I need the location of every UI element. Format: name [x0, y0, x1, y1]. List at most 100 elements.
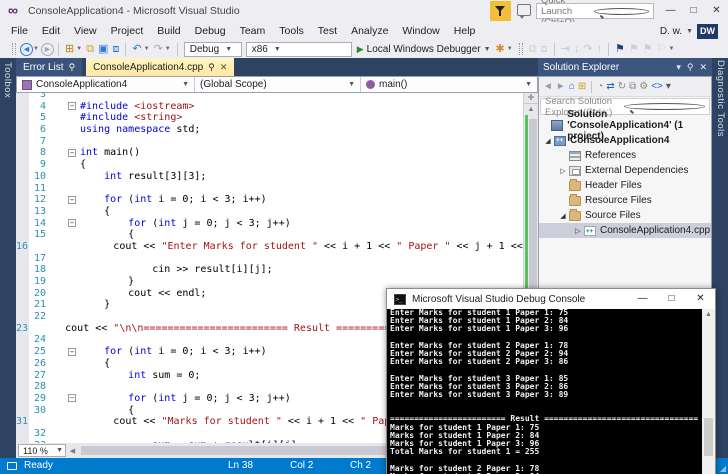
status-column-number[interactable]: Col 2 [290, 460, 313, 471]
code-line[interactable]: 13 { [16, 206, 523, 218]
menu-window[interactable]: Window [395, 25, 446, 37]
debug-console-window[interactable]: Microsoft Visual Studio Debug Console — … [386, 288, 716, 474]
code-line[interactable]: 19 } [16, 276, 523, 288]
redo-icon[interactable]: ↷ [152, 41, 165, 57]
code-line[interactable]: 3 [16, 93, 523, 101]
code-line[interactable]: 18 cin >> result[i][j]; [16, 264, 523, 276]
chevron-down-icon[interactable]: ▼ [33, 46, 41, 52]
fold-margin[interactable]: − [67, 393, 80, 405]
pin-icon[interactable]: ⚲ [69, 62, 76, 73]
console-minimize-button[interactable]: — [628, 289, 657, 309]
scroll-left-icon[interactable]: ◀ [66, 447, 79, 455]
code-line[interactable]: 16 cout << "Enter Marks for student " <<… [16, 241, 523, 253]
chevron-down-icon[interactable]: ▼ [76, 46, 84, 52]
chevron-down-icon[interactable]: ▼ [669, 46, 677, 52]
chevron-down-icon[interactable]: ▼ [507, 46, 515, 52]
properties-icon[interactable]: ⚙ [638, 81, 649, 92]
solution-explorer-titlebar[interactable]: Solution Explorer ▾ ⚲ ✕ [538, 58, 712, 76]
code-line[interactable]: 9{ [16, 159, 523, 171]
clear-bookmarks-icon[interactable]: ⚐ [655, 41, 669, 57]
sidebar-tab-diagnostic-tools[interactable]: Diagnostic Tools [715, 60, 726, 137]
menu-edit[interactable]: Edit [35, 25, 67, 37]
step-into-icon[interactable]: ↓ [572, 41, 582, 57]
menu-build[interactable]: Build [150, 25, 187, 37]
fold-margin[interactable]: − [67, 218, 80, 230]
console-maximize-button[interactable]: □ [657, 289, 686, 309]
menu-team[interactable]: Team [233, 25, 273, 37]
step-over-icon[interactable]: ↷ [581, 41, 594, 57]
new-project-icon[interactable]: ⊞ [63, 41, 76, 57]
quick-launch-input[interactable]: Quick Launch (Ctrl+Q) [536, 3, 654, 19]
menu-file[interactable]: File [4, 25, 35, 37]
user-account[interactable]: D. w. ▼ DW [660, 22, 718, 40]
member-dropdown[interactable]: main() ▼ [361, 77, 537, 92]
pin-icon[interactable]: ⚲ [687, 62, 694, 73]
view-code-icon[interactable]: <> [650, 81, 664, 92]
home-icon[interactable]: ⌂ [568, 81, 576, 92]
tree-item-references[interactable]: References [539, 148, 711, 163]
navigate-forward-icon[interactable]: ► [41, 43, 54, 56]
code-line[interactable]: 15 { [16, 229, 523, 241]
start-debugging-button[interactable]: ▶Local Windows Debugger▼ [357, 44, 491, 55]
sync-with-active-document-icon[interactable]: ⇄ [605, 81, 615, 92]
menu-test[interactable]: Test [311, 25, 344, 37]
tree-item-header-files[interactable]: Header Files [539, 178, 711, 193]
project-dropdown[interactable]: ConsoleApplication4 ▼ [17, 77, 195, 92]
scroll-up-icon[interactable]: ▲ [702, 309, 715, 320]
chevron-down-icon[interactable]: ▼ [144, 46, 152, 52]
menu-project[interactable]: Project [104, 25, 151, 37]
notifications-flag-button[interactable] [490, 1, 511, 21]
menu-help[interactable]: Help [447, 25, 483, 37]
code-line[interactable]: 17 [16, 253, 523, 265]
forward-icon[interactable]: ► [555, 81, 567, 92]
add-item-icon[interactable]: ⧉ [84, 41, 96, 57]
scroll-up-icon[interactable]: ▲ [524, 104, 538, 115]
console-scrollbar[interactable]: ▲ ▼ [702, 309, 715, 474]
split-editor-handle[interactable]: ✛ [524, 93, 538, 104]
sidebar-tab-toolbox[interactable]: Toolbox [2, 62, 13, 98]
expanded-arrow-icon[interactable]: ◢ [558, 212, 568, 220]
close-tab-icon[interactable]: ✕ [220, 62, 228, 73]
break-all-icon[interactable]: ⧉ [527, 41, 539, 57]
overflow-icon[interactable]: ▾ [665, 81, 672, 92]
avatar[interactable]: DW [697, 24, 718, 39]
tree-item-source-files[interactable]: ◢Source Files [539, 208, 711, 223]
code-line[interactable]: 12− for (int i = 0; i < 3; i++) [16, 194, 523, 206]
navigate-backward-icon[interactable]: ◄ [20, 43, 33, 56]
expanded-arrow-icon[interactable]: ◢ [543, 137, 553, 145]
tab-error-list[interactable]: Error List ⚲ [16, 58, 82, 76]
fold-margin[interactable]: − [67, 147, 80, 159]
console-close-button[interactable]: ✕ [686, 289, 715, 309]
toggle-bookmark-icon[interactable]: ⚑ [613, 41, 627, 57]
fold-margin[interactable]: − [67, 194, 80, 206]
next-bookmark-icon[interactable]: ⚑ [641, 41, 655, 57]
back-icon[interactable]: ◄ [542, 81, 554, 92]
status-character-number[interactable]: Ch 2 [350, 460, 371, 471]
editor-zoom-dropdown[interactable]: 110 % ▼ [18, 444, 66, 457]
restart-icon[interactable]: ⧈ [539, 41, 550, 57]
solution-platforms-dropdown[interactable]: x86▼ [246, 42, 352, 57]
code-line[interactable]: 10 int result[3][3]; [16, 171, 523, 183]
scope-dropdown[interactable]: (Global Scope) ▼ [195, 77, 361, 92]
window-options-icon[interactable]: ▾ [676, 62, 681, 73]
code-line[interactable]: 11 [16, 183, 523, 195]
solution-configurations-dropdown[interactable]: Debug▼ [184, 42, 242, 57]
code-line[interactable]: 4−#include <iostream> [16, 101, 523, 113]
pending-changes-filter-icon[interactable]: ◔ [596, 81, 604, 92]
fold-margin[interactable]: − [67, 346, 80, 358]
code-line[interactable]: 7 [16, 136, 523, 148]
undo-icon[interactable]: ↶ [130, 41, 143, 57]
menu-analyze[interactable]: Analyze [344, 25, 395, 37]
code-line[interactable]: 14− for (int j = 0; j < 3; j++) [16, 218, 523, 230]
close-icon[interactable]: ✕ [699, 62, 707, 73]
minimize-button[interactable]: — [659, 0, 682, 21]
refresh-icon[interactable]: ↻ [617, 81, 627, 92]
tree-item-solution-consoleapplication4-1-project[interactable]: Solution 'ConsoleApplication4' (1 projec… [539, 118, 711, 133]
switch-views-icon[interactable]: ⊞ [577, 81, 587, 92]
attach-to-process-icon[interactable]: ✱ [494, 41, 507, 57]
save-all-icon[interactable]: ⧈ [110, 41, 121, 57]
collapsed-arrow-icon[interactable]: ▷ [573, 227, 583, 235]
status-line-number[interactable]: Ln 38 [228, 460, 253, 471]
toolbar-grip[interactable] [519, 43, 523, 55]
code-line[interactable]: 8−int main() [16, 147, 523, 159]
